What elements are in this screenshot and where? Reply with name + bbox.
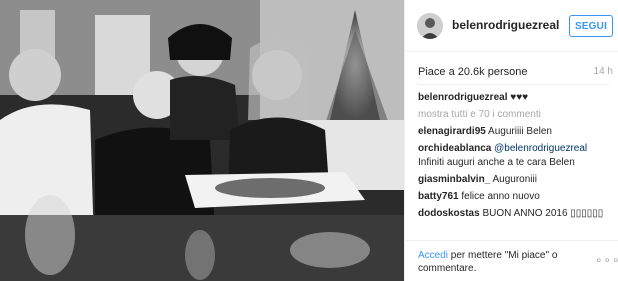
- comment-item: dodoskostas BUON ANNO 2016 ▯▯▯▯▯▯: [418, 207, 613, 221]
- comment-text: felice anno nuovo: [461, 191, 540, 202]
- comment-user[interactable]: elenagirardi95: [418, 126, 486, 137]
- comment-user[interactable]: giasminbalvin_: [418, 174, 490, 185]
- more-options-icon[interactable]: ∘∘∘: [595, 253, 618, 267]
- comment-user[interactable]: dodoskostas: [418, 208, 480, 219]
- show-all-comments-link[interactable]: mostra tutti e 70 i commenti: [418, 108, 613, 122]
- caption: belenrodriguezreal ♥♥♥: [418, 91, 613, 105]
- likes-count[interactable]: Piace a 20.6k persone: [418, 66, 527, 78]
- caption-text: ♥♥♥: [510, 92, 529, 103]
- username[interactable]: belenrodriguezreal: [452, 18, 559, 32]
- comment-text: BUON ANNO 2016 ▯▯▯▯▯▯: [482, 208, 604, 219]
- post-photo: [0, 0, 404, 281]
- login-link[interactable]: Accedi: [418, 250, 448, 261]
- avatar[interactable]: [417, 13, 443, 39]
- follow-button[interactable]: SEGUI: [569, 15, 613, 37]
- login-prompt: Accedi per mettere "Mi piace" o commenta…: [418, 249, 583, 275]
- comment-item: elenagirardi95 Auguriiii Belen: [418, 125, 613, 139]
- post-sidebar: belenrodriguezreal SEGUI Piace a 20.6k p…: [404, 0, 618, 281]
- comment-user[interactable]: orchideablanca: [418, 143, 491, 154]
- post-timestamp[interactable]: 14 h: [594, 66, 613, 77]
- caption-user[interactable]: belenrodriguezreal: [418, 92, 507, 103]
- comment-text: Auguriiii Belen: [488, 126, 552, 137]
- comments-list: belenrodriguezreal ♥♥♥ mostra tutti e 70…: [418, 91, 613, 239]
- comment-mention[interactable]: @belenrodriguezreal: [494, 143, 587, 154]
- comment-item: orchideablanca @belenrodriguezreal Infin…: [418, 142, 613, 170]
- post-header: belenrodriguezreal SEGUI: [405, 0, 618, 52]
- comment-item: giasminbalvin_ Auguroniii: [418, 173, 613, 187]
- comment-text: Infiniti auguri anche a te cara Belen: [418, 157, 575, 168]
- comment-user[interactable]: batty761: [418, 191, 459, 202]
- likes-row: Piace a 20.6k persone 14 h: [418, 66, 613, 78]
- comment-text: Auguroniii: [492, 174, 537, 185]
- comment-item: batty761 felice anno nuovo: [418, 190, 613, 204]
- comments-fade: [418, 227, 613, 239]
- divider: [418, 84, 609, 85]
- post-footer: Accedi per mettere "Mi piace" o commenta…: [405, 240, 618, 281]
